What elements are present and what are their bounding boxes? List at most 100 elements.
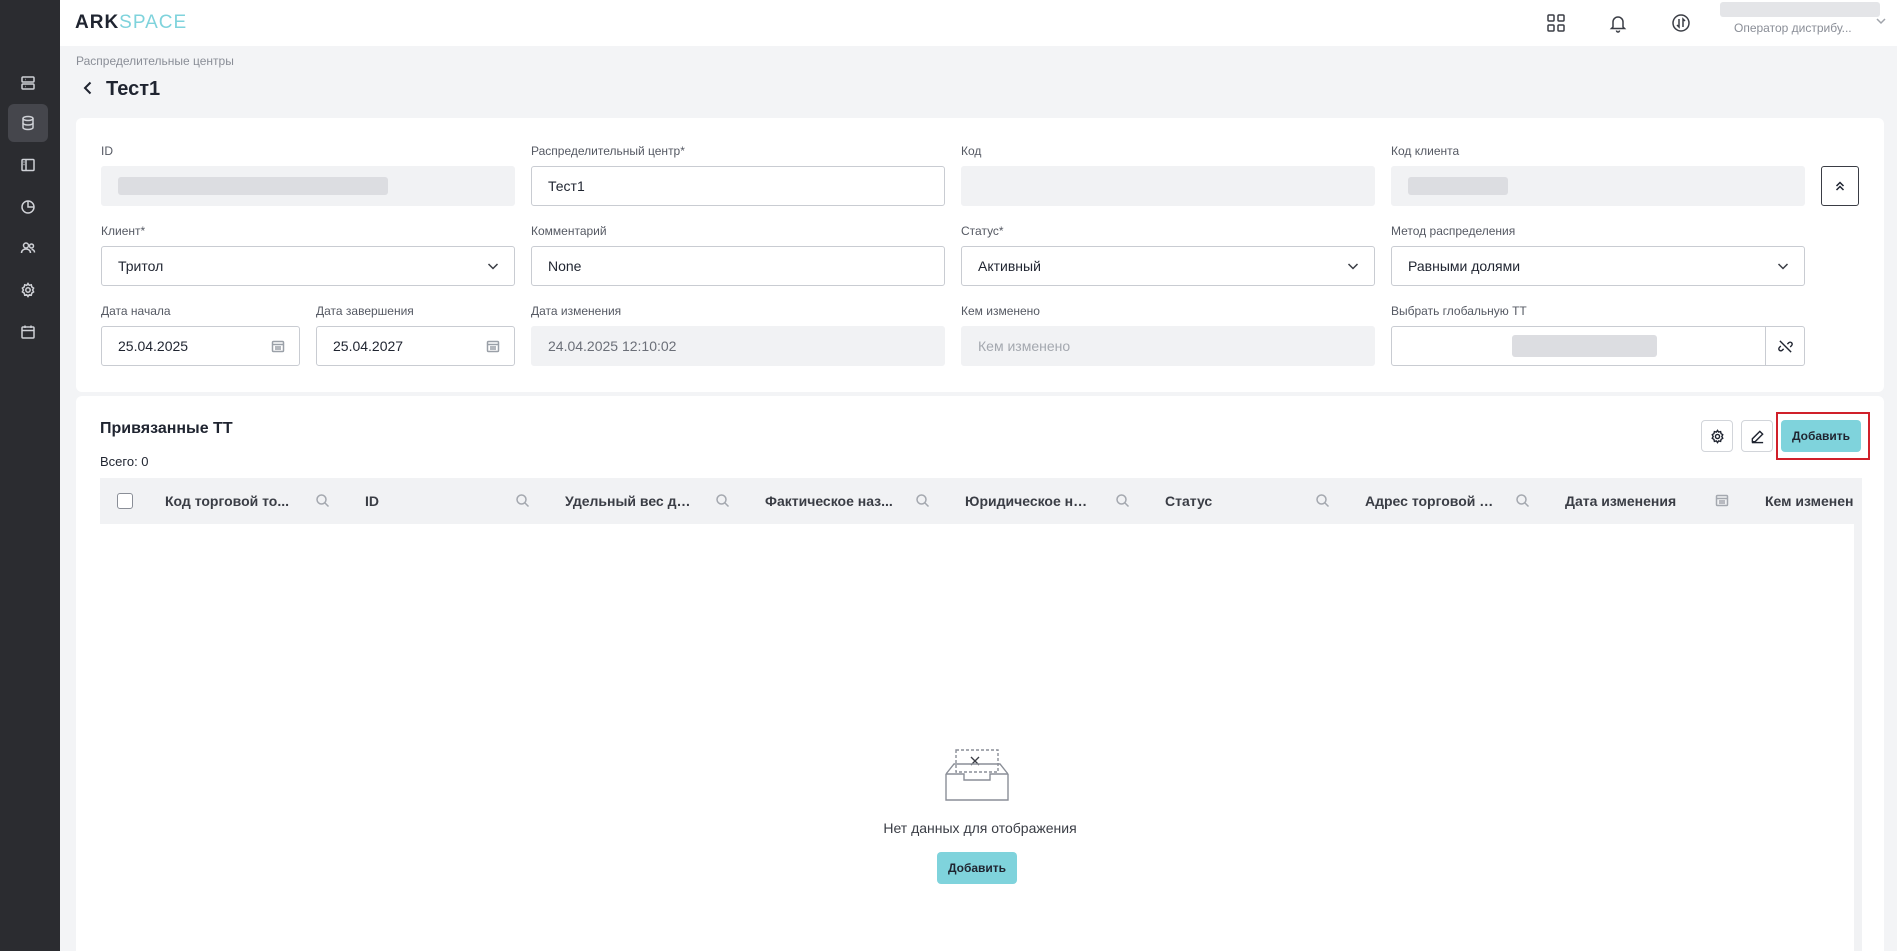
id-value-redacted bbox=[118, 177, 388, 195]
changed-at-label: Дата изменения bbox=[531, 304, 622, 318]
search-icon[interactable] bbox=[715, 493, 730, 511]
details-card: ID Распределительный центр* Тест1 Код Ко… bbox=[76, 118, 1884, 392]
column-header[interactable]: Удельный вес дис... bbox=[565, 478, 765, 524]
chevron-down-icon bbox=[1776, 259, 1790, 276]
table-body bbox=[100, 524, 1862, 951]
chart-icon bbox=[21, 200, 35, 214]
bell-icon bbox=[1609, 16, 1627, 33]
apps-grid-icon bbox=[1547, 14, 1565, 32]
column-header[interactable]: Кем изменен bbox=[1765, 478, 1862, 524]
table-settings-button[interactable] bbox=[1701, 420, 1733, 452]
empty-state-text: Нет данных для отображения bbox=[883, 820, 1077, 836]
search-icon[interactable] bbox=[1515, 493, 1530, 511]
dc-name-input[interactable]: Тест1 bbox=[531, 166, 945, 206]
calendar-icon[interactable] bbox=[271, 339, 285, 356]
app-logo[interactable]: ARKSPACE bbox=[75, 12, 187, 34]
database-icon bbox=[22, 115, 34, 131]
column-header[interactable]: Адрес торговой т... bbox=[1365, 478, 1565, 524]
column-header[interactable]: Юридическое наз... bbox=[965, 478, 1165, 524]
back-arrow-icon[interactable] bbox=[80, 80, 96, 99]
column-header[interactable]: Дата изменения bbox=[1565, 478, 1765, 524]
sidebar-item-users[interactable] bbox=[8, 229, 48, 267]
user-name-redacted bbox=[1720, 2, 1880, 17]
column-header[interactable]: Фактическое наз... bbox=[765, 478, 965, 524]
select-all-checkbox[interactable] bbox=[117, 493, 133, 509]
section-title: Привязанные ТТ bbox=[100, 420, 233, 437]
empty-add-button[interactable]: Добавить bbox=[937, 852, 1017, 884]
changed-at-field: 24.04.2025 12:10:02 bbox=[531, 326, 945, 366]
unlink-icon bbox=[1777, 339, 1793, 353]
chevron-down-icon bbox=[1875, 14, 1887, 30]
chevrons-up-icon bbox=[1835, 181, 1845, 191]
empty-inbox-icon bbox=[942, 748, 1012, 807]
chevron-down-icon bbox=[1346, 259, 1360, 276]
status-label: Статус* bbox=[961, 224, 1004, 238]
layout-icon bbox=[21, 158, 35, 172]
pencil-icon bbox=[1751, 429, 1764, 443]
sidebar-item-calendar[interactable] bbox=[8, 313, 48, 351]
code-label: Код bbox=[961, 144, 982, 158]
code-field bbox=[961, 166, 1375, 206]
linked-tt-card: Привязанные ТТ Всего: 0 Добавить Код тор… bbox=[76, 396, 1884, 951]
user-role: Оператор дистрибу... bbox=[1734, 21, 1852, 35]
method-select[interactable]: Равными долями bbox=[1391, 246, 1805, 286]
id-label: ID bbox=[101, 144, 113, 158]
search-icon[interactable] bbox=[915, 493, 930, 511]
method-label: Метод распределения bbox=[1391, 224, 1516, 238]
column-header[interactable]: ID bbox=[365, 478, 565, 524]
total-count: Всего: 0 bbox=[100, 454, 149, 469]
user-menu[interactable]: Оператор дистрибу... bbox=[1720, 0, 1890, 46]
end-date-input[interactable]: 25.04.2027 bbox=[316, 326, 515, 366]
changed-by-field: Кем изменено bbox=[961, 326, 1375, 366]
sidebar-item-settings[interactable] bbox=[8, 271, 48, 309]
search-icon[interactable] bbox=[1315, 493, 1330, 511]
column-header[interactable]: Код торговой то... bbox=[165, 478, 365, 524]
gear-icon bbox=[1710, 428, 1724, 444]
global-tt-redacted bbox=[1512, 335, 1657, 357]
add-button[interactable]: Добавить bbox=[1781, 420, 1861, 452]
id-field bbox=[101, 166, 515, 206]
breadcrumb[interactable]: Распределительные центры bbox=[76, 54, 234, 68]
sidebar bbox=[0, 0, 60, 951]
start-date-input[interactable]: 25.04.2025 bbox=[101, 326, 300, 366]
client-select[interactable]: Тритол bbox=[101, 246, 515, 286]
apps-grid-button[interactable] bbox=[1543, 10, 1569, 36]
client-code-label: Код клиента bbox=[1391, 144, 1460, 158]
status-select[interactable]: Активный bbox=[961, 246, 1375, 286]
search-icon[interactable] bbox=[1115, 493, 1130, 511]
client-code-redacted bbox=[1408, 177, 1508, 195]
users-icon bbox=[20, 242, 36, 254]
page-title: Тест1 bbox=[106, 78, 161, 100]
client-label: Клиент* bbox=[101, 224, 146, 238]
comment-label: Комментарий bbox=[531, 224, 607, 238]
sync-button[interactable] bbox=[1668, 10, 1694, 36]
end-date-label: Дата завершения bbox=[316, 304, 414, 318]
top-bar: ARKSPACE Оператор дистрибу... bbox=[60, 0, 1897, 46]
changed-by-label: Кем изменено bbox=[961, 304, 1040, 318]
client-code-field bbox=[1391, 166, 1805, 206]
calendar-icon[interactable] bbox=[486, 339, 500, 356]
start-date-label: Дата начала bbox=[101, 304, 171, 318]
unlink-button[interactable] bbox=[1765, 327, 1804, 365]
chevron-down-icon bbox=[486, 259, 500, 276]
search-icon[interactable] bbox=[315, 493, 330, 511]
comment-input[interactable]: None bbox=[531, 246, 945, 286]
global-tt-label: Выбрать глобальную ТТ bbox=[1391, 304, 1527, 318]
edit-button[interactable] bbox=[1741, 420, 1773, 452]
sidebar-item-layout[interactable] bbox=[8, 146, 48, 184]
column-header[interactable]: Статус bbox=[1165, 478, 1365, 524]
global-tt-input[interactable] bbox=[1391, 326, 1805, 366]
settings-icon bbox=[21, 282, 35, 298]
calendar-icon bbox=[21, 325, 35, 339]
server-icon bbox=[21, 76, 35, 90]
sidebar-item-database[interactable] bbox=[8, 104, 48, 142]
search-icon[interactable] bbox=[515, 493, 530, 511]
collapse-button[interactable] bbox=[1821, 166, 1859, 206]
sidebar-item-reports[interactable] bbox=[8, 188, 48, 226]
table-header: Код торговой то... ID Удельный вес дис..… bbox=[100, 478, 1862, 524]
sidebar-item-servers[interactable] bbox=[8, 64, 48, 102]
sync-icon bbox=[1672, 14, 1690, 32]
calendar-icon[interactable] bbox=[1715, 493, 1730, 511]
notifications-button[interactable] bbox=[1605, 10, 1631, 36]
dc-label: Распределительный центр* bbox=[531, 144, 685, 158]
